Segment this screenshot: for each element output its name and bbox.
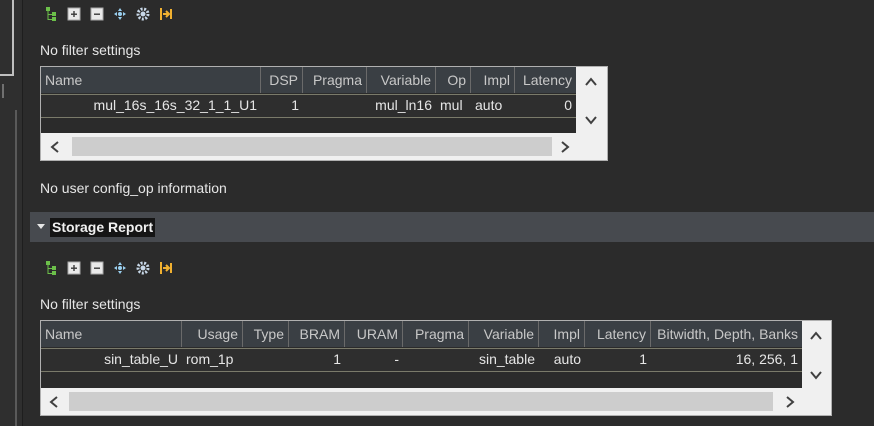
settings-gear-icon[interactable] — [135, 260, 151, 276]
horizontal-scroll-thumb[interactable] — [72, 137, 552, 156]
tree-expand-icon[interactable] — [43, 260, 59, 276]
collapse-all-icon[interactable] — [89, 260, 105, 276]
cell-type — [243, 349, 289, 369]
column-header-op[interactable]: Op — [436, 67, 471, 93]
column-header-bitwidth[interactable]: Bitwidth, Depth, Banks — [651, 321, 802, 347]
storage-report-title: Storage Report — [50, 218, 156, 237]
binding-horizontal-scrollbar[interactable] — [41, 133, 576, 160]
table-row[interactable]: mul_16s_16s_32_1_1_U1 1 mul_ln16 mul aut… — [41, 94, 576, 118]
move-icon[interactable] — [112, 6, 128, 22]
scroll-right-arrow-icon[interactable] — [558, 140, 572, 154]
column-header-variable[interactable]: Variable — [367, 67, 436, 93]
column-header-dsp[interactable]: DSP — [261, 67, 303, 93]
export-icon[interactable] — [158, 6, 174, 22]
column-header-pragma[interactable]: Pragma — [303, 67, 367, 93]
storage-toolbar — [43, 260, 174, 276]
cell-variable: sin_table — [478, 351, 535, 367]
cell-op: mul — [440, 97, 463, 113]
expand-all-icon[interactable] — [66, 6, 82, 22]
binding-vertical-scrollbar[interactable] — [576, 67, 607, 133]
storage-report-header[interactable]: Storage Report — [30, 212, 874, 242]
column-header-usage[interactable]: Usage — [182, 321, 243, 347]
left-panel — [0, 0, 23, 426]
binding-table-header: Name DSP Pragma Variable Op Impl Latency — [41, 67, 576, 93]
cell-usage: rom_1p — [186, 351, 234, 367]
binding-table: Name DSP Pragma Variable Op Impl Latency… — [40, 66, 608, 161]
collapse-triangle-icon[interactable] — [37, 224, 45, 229]
column-header-pragma[interactable]: Pragma — [403, 321, 469, 347]
cell-dsp: 1 — [291, 97, 299, 113]
cell-impl: auto — [475, 97, 503, 113]
export-icon[interactable] — [158, 260, 174, 276]
column-header-name[interactable]: Name — [41, 321, 182, 347]
scroll-left-arrow-icon[interactable] — [47, 395, 61, 409]
column-header-bram[interactable]: BRAM — [289, 321, 345, 347]
settings-gear-icon[interactable] — [135, 6, 151, 22]
cell-name: sin_table_U — [104, 351, 178, 367]
column-header-impl[interactable]: Impl — [471, 67, 515, 93]
column-header-uram[interactable]: URAM — [345, 321, 403, 347]
cell-bitwidth: 16, 256, 1 — [735, 351, 798, 367]
cell-latency: 1 — [639, 351, 647, 367]
scroll-right-arrow-icon[interactable] — [783, 395, 797, 409]
cell-latency: 0 — [564, 97, 572, 113]
config-op-text: No user config_op information — [40, 180, 227, 196]
column-header-latency[interactable]: Latency — [515, 67, 576, 93]
cell-pragma — [403, 349, 469, 369]
report-content: No filter settings Name DSP Pragma Varia… — [23, 0, 874, 426]
move-icon[interactable] — [112, 260, 128, 276]
cell-impl: auto — [553, 351, 581, 367]
column-header-variable[interactable]: Variable — [469, 321, 539, 347]
horizontal-scroll-thumb[interactable] — [69, 392, 773, 411]
cell-bram: 1 — [333, 351, 341, 367]
expand-all-icon[interactable] — [66, 260, 82, 276]
column-header-impl[interactable]: Impl — [539, 321, 585, 347]
column-header-name[interactable]: Name — [41, 67, 261, 93]
binding-filter-text: No filter settings — [40, 42, 141, 58]
scroll-up-arrow-icon[interactable] — [584, 75, 598, 89]
scroll-down-arrow-icon[interactable] — [809, 368, 823, 382]
column-header-type[interactable]: Type — [243, 321, 289, 347]
storage-filter-text: No filter settings — [40, 296, 141, 312]
scroll-down-arrow-icon[interactable] — [584, 113, 598, 127]
cell-pragma — [303, 95, 367, 115]
table-row[interactable]: sin_table_U rom_1p 1 - sin_table auto 1 … — [41, 348, 802, 372]
cell-name: mul_16s_16s_32_1_1_U1 — [93, 97, 257, 113]
binding-toolbar — [43, 6, 174, 22]
storage-vertical-scrollbar[interactable] — [802, 321, 831, 388]
cell-variable: mul_ln16 — [375, 97, 432, 113]
scroll-up-arrow-icon[interactable] — [809, 329, 823, 343]
storage-table: Name Usage Type BRAM URAM Pragma Variabl… — [40, 320, 832, 416]
column-header-latency[interactable]: Latency — [585, 321, 651, 347]
cell-uram: - — [394, 351, 399, 367]
storage-horizontal-scrollbar[interactable] — [41, 388, 802, 415]
storage-table-header: Name Usage Type BRAM URAM Pragma Variabl… — [41, 321, 802, 347]
scroll-left-arrow-icon[interactable] — [48, 140, 62, 154]
left-panel-frame — [0, 0, 14, 76]
tree-expand-icon[interactable] — [43, 6, 59, 22]
left-panel-border — [0, 110, 17, 426]
left-panel-marker — [2, 84, 4, 98]
collapse-all-icon[interactable] — [89, 6, 105, 22]
